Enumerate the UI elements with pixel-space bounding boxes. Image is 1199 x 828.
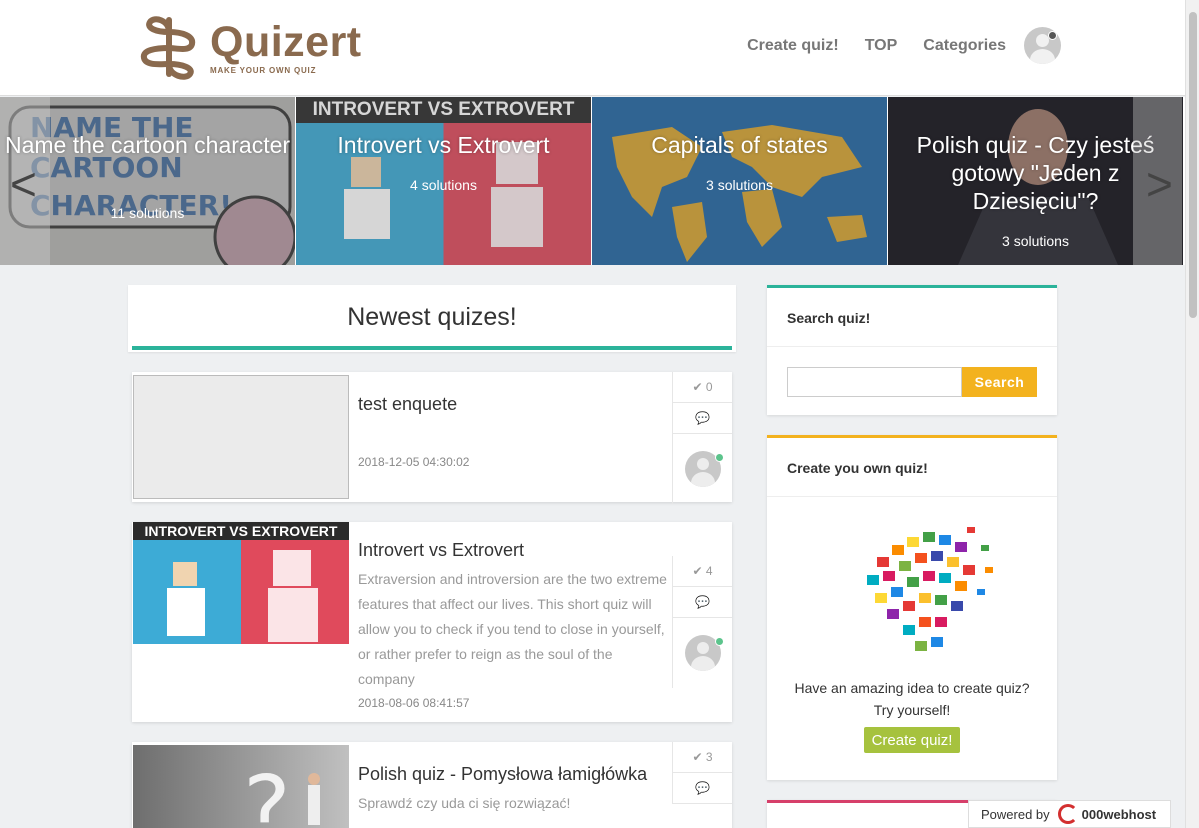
slide-count: 4 solutions: [410, 177, 477, 193]
webhost-logo-icon: [1057, 804, 1078, 824]
site-logo[interactable]: Quizert MAKE YOUR OWN QUIZ: [136, 14, 362, 80]
online-dot: [714, 453, 724, 462]
carousel-slide[interactable]: Capitals of states 3 solutions: [592, 97, 888, 265]
logo-title: Quizert: [210, 17, 362, 66]
logo-tagline: MAKE YOUR OWN QUIZ: [210, 65, 317, 75]
check-icon: ✔: [692, 380, 706, 394]
quiz-stats: ✔ 0 💬: [672, 372, 732, 504]
quiz-thumbnail[interactable]: ?: [133, 745, 349, 828]
quiz-stats: ✔ 4 💬: [672, 556, 732, 688]
check-icon: ✔: [692, 750, 706, 764]
create-title: Create you own quiz!: [767, 438, 1057, 497]
carousel-slide[interactable]: Polish quiz - Czy jesteś gotowy "Jeden z…: [888, 97, 1184, 265]
carousel-slide[interactable]: NAME THE CARTOON CHARACTER! Name the car…: [0, 97, 296, 265]
svg-text:?: ?: [243, 757, 291, 828]
create-quiz-button[interactable]: Create quiz!: [864, 727, 960, 753]
powered-brand: 000webhost: [1081, 806, 1157, 822]
page-scrollbar[interactable]: [1185, 0, 1199, 828]
section-title: Newest quizes!: [132, 285, 732, 350]
nav-categories[interactable]: Categories: [923, 37, 1006, 55]
quiz-card[interactable]: ? Polish quiz - Pomysłowa łamigłówka Spr…: [132, 742, 732, 828]
thumbnail-introvert-image: [167, 550, 318, 642]
solutions-count: ✔ 3: [673, 742, 732, 773]
search-input[interactable]: [787, 367, 962, 397]
carousel-slide[interactable]: INTROVERT VS EXTROVERT Introvert vs Extr…: [296, 97, 592, 265]
solutions-count: ✔ 4: [673, 556, 732, 587]
thumbnail-question-image: ?: [243, 757, 320, 828]
nav-create-quiz[interactable]: Create quiz!: [747, 37, 839, 55]
powered-by-badge[interactable]: Powered by 000webhost: [968, 800, 1171, 828]
search-button[interactable]: Search: [962, 367, 1037, 397]
online-dot: [714, 637, 724, 646]
quiz-title[interactable]: Introvert vs Extrovert: [358, 540, 670, 561]
quiz-date: 2018-08-06 08:41:57: [358, 696, 470, 710]
quiz-description: Sprawdź czy uda ci się rozwiązać!: [358, 795, 571, 811]
nav-top[interactable]: TOP: [865, 37, 898, 55]
user-avatar[interactable]: [1024, 27, 1061, 64]
comments-icon[interactable]: 💬: [673, 773, 732, 804]
featured-carousel: NAME THE CARTOON CHARACTER! Name the car…: [0, 97, 1185, 265]
main-nav: Create quiz! TOP Categories: [721, 27, 1061, 64]
quiz-thumbnail[interactable]: INTROVERT VS EXTROVERT: [133, 522, 349, 644]
quiz-thumbnail[interactable]: [133, 375, 349, 499]
solutions-count: ✔ 0: [673, 372, 732, 403]
quiz-date: 2018-12-05 04:30:02: [358, 455, 470, 469]
check-icon: ✔: [692, 564, 706, 578]
quizert-logo-icon: [140, 16, 196, 80]
comments-icon[interactable]: 💬: [673, 403, 732, 434]
slide-count: 3 solutions: [706, 177, 773, 193]
quiz-card[interactable]: INTROVERT VS EXTROVERT Introvert vs Extr…: [132, 522, 732, 722]
slide-count: 11 solutions: [110, 205, 185, 221]
slide-title: Capitals of states: [651, 132, 828, 158]
search-panel: Search quiz! Search: [767, 285, 1057, 415]
quiz-description: Extraversion and introversion are the tw…: [358, 571, 667, 687]
quiz-card[interactable]: test enquete 2018-12-05 04:30:02 ✔ 0 💬: [132, 372, 732, 504]
quiz-title[interactable]: test enquete: [358, 394, 670, 415]
create-quiz-panel: Create you own quiz! Have an amazing ide…: [767, 435, 1057, 780]
quiz-title[interactable]: Polish quiz - Pomysłowa łamigłówka: [358, 764, 670, 785]
slide-title: Introvert vs Extrovert: [337, 132, 550, 158]
status-dot: [1048, 31, 1057, 40]
comments-icon[interactable]: 💬: [673, 587, 732, 618]
create-description: Have an amazing idea to create quiz? Try…: [794, 680, 1030, 718]
quiz-stats: ✔ 3 💬: [672, 742, 732, 804]
site-header: Quizert MAKE YOUR OWN QUIZ Create quiz! …: [0, 0, 1185, 96]
newest-quizzes-section: Newest quizes! test enquete 2018-12-05 0…: [128, 285, 736, 828]
powered-label: Powered by: [981, 806, 1050, 822]
colorful-head-illustration: [866, 524, 993, 662]
slide-title: Name the cartoon character: [4, 132, 291, 158]
carousel-next-arrow[interactable]: >: [1146, 157, 1173, 211]
search-title: Search quiz!: [767, 288, 1057, 347]
scrollbar-thumb[interactable]: [1189, 12, 1197, 318]
carousel-prev-arrow[interactable]: <: [10, 157, 37, 211]
